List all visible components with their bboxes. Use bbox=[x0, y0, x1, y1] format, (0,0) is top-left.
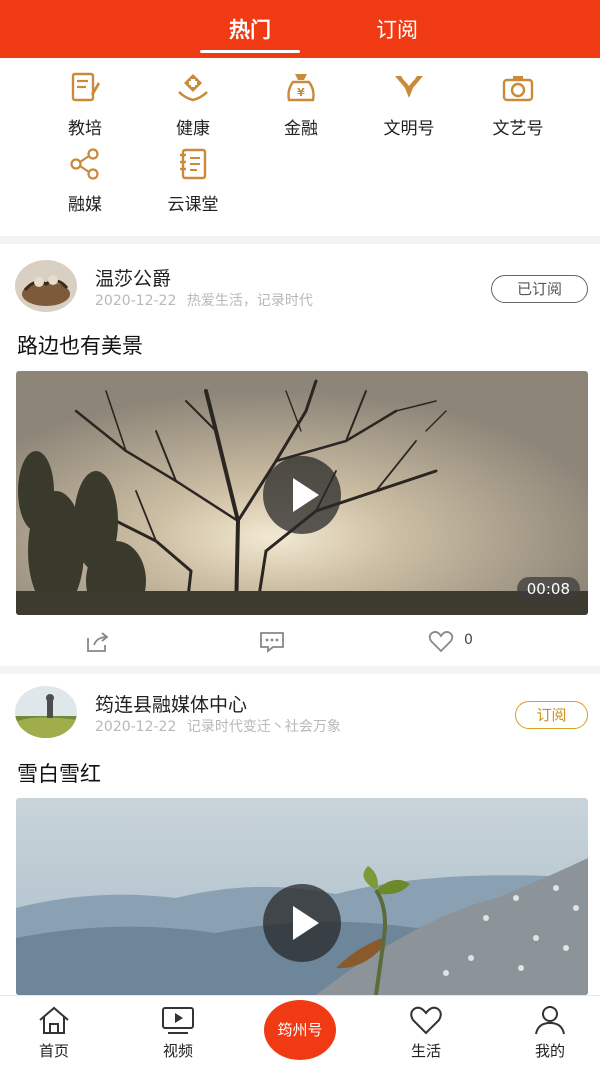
finance-icon: ¥ bbox=[287, 74, 315, 102]
author-name[interactable]: 筠连县融媒体中心 bbox=[95, 690, 247, 717]
avatar[interactable] bbox=[15, 686, 77, 738]
health-icon bbox=[178, 74, 208, 102]
post-title[interactable]: 路边也有美景 bbox=[17, 330, 143, 360]
play-button[interactable] bbox=[263, 884, 341, 962]
category-label: 文艺号 bbox=[492, 119, 544, 139]
video-thumbnail[interactable]: 00:08 bbox=[16, 371, 588, 615]
category-arts[interactable]: 文艺号 bbox=[463, 70, 573, 139]
author-name[interactable]: 温莎公爵 bbox=[95, 264, 171, 291]
post-card[interactable]: 筠连县融媒体中心 2020-12-22 记录时代变迁丶社会万象 订阅 雪白雪红 bbox=[0, 674, 600, 995]
heart-icon[interactable] bbox=[428, 630, 454, 654]
category-health[interactable]: 健康 bbox=[138, 70, 248, 139]
play-button[interactable] bbox=[263, 456, 341, 534]
category-label: 教培 bbox=[68, 119, 102, 139]
category-label: 融媒 bbox=[68, 195, 102, 215]
nav-mine[interactable]: 我的 bbox=[510, 1004, 590, 1061]
like-count: 0 bbox=[464, 632, 473, 648]
subscribed-button[interactable]: 已订阅 bbox=[491, 275, 588, 303]
active-tab-indicator bbox=[200, 50, 300, 53]
heart-icon bbox=[410, 1006, 442, 1035]
post-date: 2020-12-22 bbox=[95, 719, 177, 735]
civilization-icon bbox=[395, 76, 423, 98]
category-label: 金融 bbox=[284, 119, 318, 139]
nav-junzhou-button[interactable]: 筠州号 bbox=[264, 1000, 336, 1060]
nav-video[interactable]: 视频 bbox=[138, 1004, 218, 1061]
post-meta: 2020-12-22 记录时代变迁丶社会万象 bbox=[95, 716, 341, 736]
category-teaching[interactable]: 教培 bbox=[30, 70, 140, 139]
author-tags: 热爱生活，记录时代 bbox=[186, 293, 313, 309]
svg-text:¥: ¥ bbox=[297, 86, 305, 99]
category-label: 健康 bbox=[176, 119, 210, 139]
video-thumbnail[interactable] bbox=[16, 798, 588, 995]
nav-label: 生活 bbox=[410, 1042, 441, 1060]
category-finance[interactable]: ¥ 金融 bbox=[246, 70, 356, 139]
share-icon bbox=[70, 148, 99, 180]
post-date: 2020-12-22 bbox=[95, 293, 177, 309]
post-title[interactable]: 雪白雪红 bbox=[17, 758, 101, 788]
post-meta: 2020-12-22 热爱生活，记录时代 bbox=[95, 290, 313, 310]
notebook-icon bbox=[180, 148, 207, 180]
tab-hot[interactable]: 热门 bbox=[180, 14, 320, 44]
post-actions: 0 bbox=[0, 622, 600, 662]
video-icon bbox=[162, 1007, 194, 1034]
nav-label: 我的 bbox=[534, 1042, 565, 1060]
user-icon bbox=[535, 1006, 565, 1035]
nav-home[interactable]: 首页 bbox=[14, 1004, 94, 1061]
comment-icon[interactable] bbox=[259, 630, 285, 654]
author-tags: 记录时代变迁丶社会万象 bbox=[186, 719, 341, 735]
category-media[interactable]: 融媒 bbox=[30, 146, 140, 215]
bottom-navigation: 首页 视频 筠州号 生活 我的 bbox=[0, 995, 600, 1067]
category-label: 云课堂 bbox=[167, 195, 219, 215]
category-label: 文明号 bbox=[383, 119, 435, 139]
avatar[interactable] bbox=[15, 260, 77, 312]
teaching-icon bbox=[71, 72, 100, 102]
post-card[interactable]: 温莎公爵 2020-12-22 热爱生活，记录时代 已订阅 路边也有美景 00:… bbox=[0, 244, 600, 666]
category-civilization[interactable]: 文明号 bbox=[354, 70, 464, 139]
subscribe-button[interactable]: 订阅 bbox=[515, 701, 588, 729]
camera-icon bbox=[502, 76, 534, 102]
tab-subscribe[interactable]: 订阅 bbox=[327, 14, 467, 44]
category-cloud-class[interactable]: 云课堂 bbox=[138, 146, 248, 215]
category-grid: 教培 健康 ¥ 金融 文明号 文艺号 融媒 云课堂 bbox=[0, 58, 600, 236]
nav-label: 首页 bbox=[38, 1042, 69, 1060]
nav-label: 视频 bbox=[162, 1042, 193, 1060]
share-icon[interactable] bbox=[85, 630, 111, 654]
nav-life[interactable]: 生活 bbox=[386, 1004, 466, 1061]
video-duration: 00:08 bbox=[516, 577, 580, 601]
home-icon bbox=[39, 1006, 69, 1034]
top-tab-bar: 热门 订阅 bbox=[0, 0, 600, 58]
